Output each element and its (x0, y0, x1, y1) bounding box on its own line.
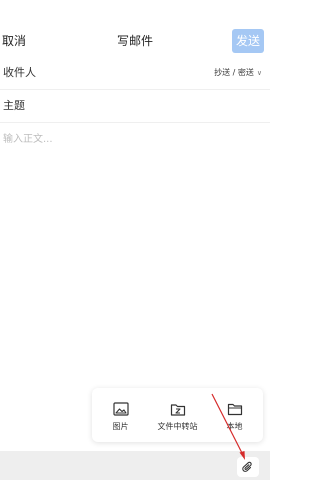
attach-image-label: 图片 (112, 422, 129, 431)
compose-header: 取消 写邮件 发送 (0, 0, 270, 56)
attach-file-transfer-label: 文件中转站 (157, 422, 198, 431)
file-transfer-icon (170, 404, 185, 416)
page-title: 写邮件 (116, 34, 153, 48)
cc-bcc-label: 抄送 / 密送 (214, 68, 254, 77)
subject-label: 主题 (3, 99, 25, 112)
paperclip-icon (242, 461, 252, 472)
recipient-row[interactable]: 收件人 抄送 / 密送 ∨ (0, 57, 270, 90)
cc-bcc-toggle[interactable]: 抄送 / 密送 ∨ (214, 66, 262, 80)
subject-row[interactable]: 主题 (0, 90, 270, 123)
attach-file-transfer-item[interactable]: 文件中转站 (149, 388, 206, 442)
attach-button[interactable] (237, 457, 259, 477)
chevron-down-icon: ∨ (256, 69, 262, 77)
attachment-menu: 图片 文件中转站 本地 (92, 388, 263, 442)
image-icon (112, 402, 129, 416)
body-input[interactable]: 输入正文... (3, 132, 53, 148)
recipient-label: 收件人 (3, 66, 36, 79)
attach-image-item[interactable]: 图片 (92, 388, 149, 442)
attach-local-label: 本地 (226, 422, 243, 431)
folder-icon (227, 403, 242, 416)
send-button[interactable]: 发送 (232, 29, 264, 53)
attach-local-item[interactable]: 本地 (206, 388, 263, 442)
bottom-toolbar (0, 451, 270, 480)
